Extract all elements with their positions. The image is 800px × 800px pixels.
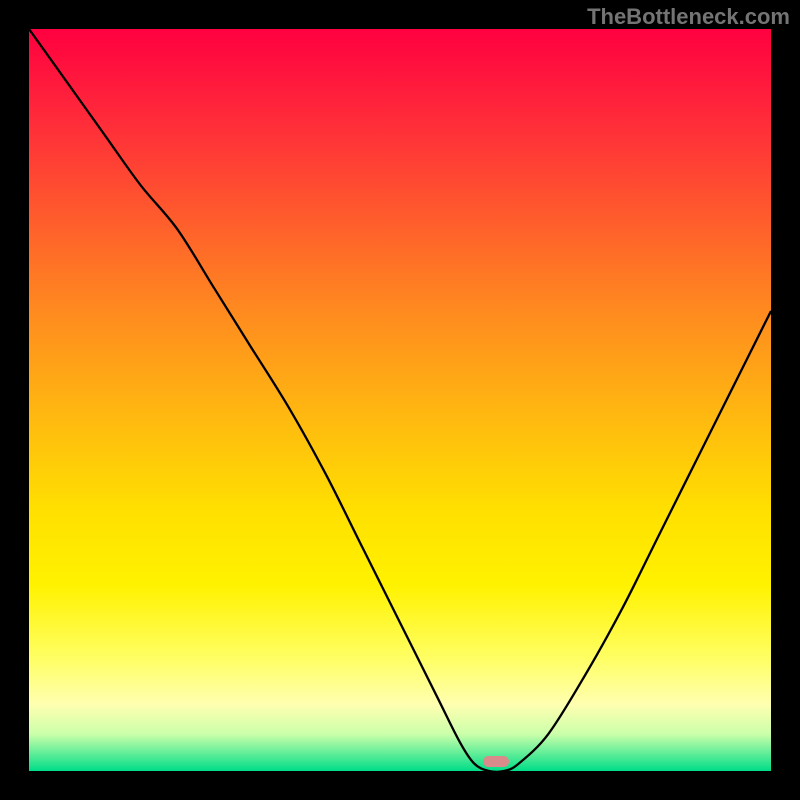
optimal-marker	[483, 756, 509, 767]
plot-area	[29, 29, 771, 771]
curve-path	[29, 29, 771, 771]
watermark-text: TheBottleneck.com	[587, 4, 790, 30]
bottleneck-curve	[29, 29, 771, 771]
chart-frame: TheBottleneck.com	[0, 0, 800, 800]
